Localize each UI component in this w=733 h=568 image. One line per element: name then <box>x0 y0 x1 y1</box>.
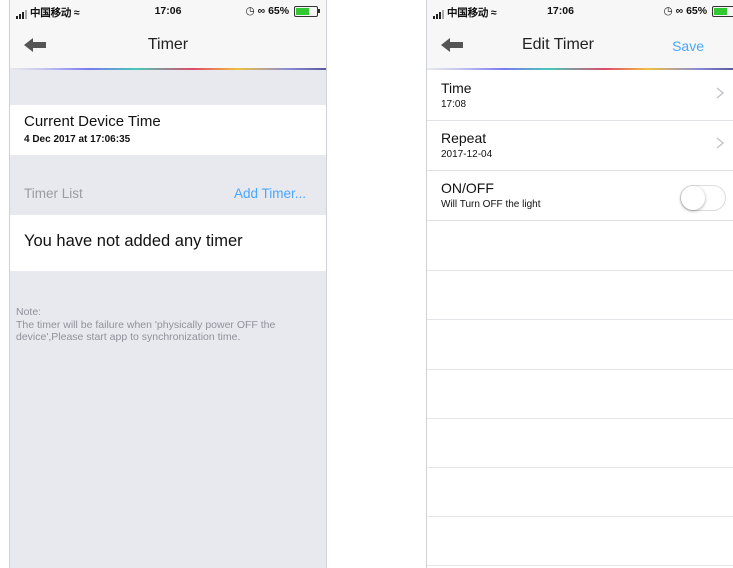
page-title: Timer <box>147 36 189 53</box>
status-right: ◷ ∞ 65% <box>664 5 733 17</box>
add-timer-button[interactable]: Add Timer... <box>234 186 306 201</box>
current-device-time-section: Current Device Time 4 Dec 2017 at 17:06:… <box>10 105 326 155</box>
battery-percent: 65% <box>686 5 708 17</box>
battery-icon <box>712 5 733 17</box>
nav-divider <box>427 68 733 70</box>
alarm-icon: ◷ <box>663 5 673 17</box>
onoff-row-value: Will Turn OFF the light <box>441 199 541 210</box>
battery-icon <box>294 5 320 17</box>
status-bar: 中国移动 ≈ 17:06 ◷ ∞ 65% <box>10 0 326 22</box>
row-divider <box>427 516 733 517</box>
time-row-title: Time <box>441 80 472 96</box>
empty-timer-section: You have not added any timer <box>10 215 326 271</box>
empty-timer-message: You have not added any timer <box>24 232 243 250</box>
repeat-row-value: 2017-12-04 <box>441 149 493 160</box>
onoff-toggle[interactable] <box>680 185 726 211</box>
current-device-time-value: 4 Dec 2017 at 17:06:35 <box>24 134 131 145</box>
bluetooth-icon: ∞ <box>257 5 266 17</box>
alarm-icon: ◷ <box>245 5 255 17</box>
edit-timer-screen: 中国移动 ≈ 17:06 ◷ ∞ 65% Edit Timer Save Tim… <box>426 0 733 568</box>
nav-bar: Edit Timer Save <box>427 22 733 68</box>
note-text: Note: The timer will be failure when 'ph… <box>16 306 276 343</box>
row-divider <box>427 270 733 271</box>
chevron-right-icon <box>716 87 724 99</box>
onoff-row-title: ON/OFF <box>441 180 494 196</box>
repeat-row-title: Repeat <box>441 130 487 146</box>
status-right: ◷ ∞ 65% <box>245 5 320 17</box>
nav-divider <box>10 68 326 70</box>
bluetooth-icon: ∞ <box>675 5 684 17</box>
row-divider <box>427 565 733 566</box>
status-bar: 中国移动 ≈ 17:06 ◷ ∞ 65% <box>427 0 733 22</box>
row-divider <box>427 418 733 419</box>
time-row-value: 17:08 <box>441 99 467 110</box>
timer-screen: 中国移动 ≈ 17:06 ◷ ∞ 65% Timer Current Devic… <box>9 0 327 568</box>
nav-bar: Timer <box>10 22 326 68</box>
onoff-row: ON/OFF Will Turn OFF the light <box>427 171 733 221</box>
repeat-row[interactable]: Repeat 2017-12-04 <box>427 121 733 171</box>
battery-percent: 65% <box>268 5 290 17</box>
row-divider <box>427 319 733 320</box>
toggle-knob <box>681 186 705 210</box>
timer-list-label: Timer List <box>24 186 83 201</box>
row-divider <box>427 369 733 370</box>
row-divider <box>427 467 733 468</box>
time-row[interactable]: Time 17:08 <box>427 71 733 121</box>
save-button[interactable]: Save <box>672 38 704 54</box>
current-device-time-title: Current Device Time <box>24 113 161 130</box>
chevron-right-icon <box>716 137 724 149</box>
